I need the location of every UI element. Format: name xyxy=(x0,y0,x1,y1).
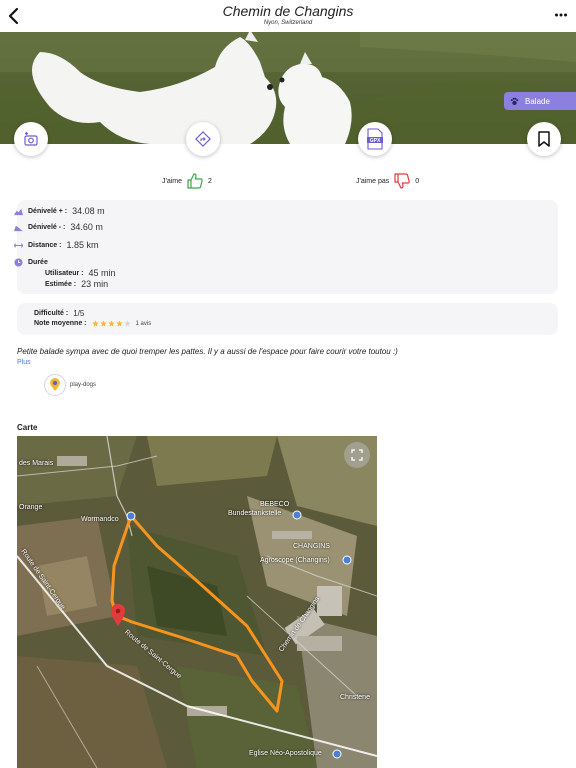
map-label-christene: Christene xyxy=(340,694,370,701)
dislike-button[interactable]: J'aime pas 0 xyxy=(356,172,419,190)
map-label-bundestankstelle: Bundestankstelle xyxy=(228,510,282,517)
star-filled-icon xyxy=(91,320,99,327)
distance-arrows-icon xyxy=(14,242,23,248)
distance-value: 1.85 km xyxy=(66,240,99,250)
dogs-photo xyxy=(0,32,576,144)
map-label-wormandco: Wormandco xyxy=(81,516,119,523)
star-filled-icon xyxy=(115,320,123,327)
tag-play-dogs[interactable]: play-dogs xyxy=(44,374,96,396)
directions-icon xyxy=(195,131,211,147)
svg-text:GPX: GPX xyxy=(370,138,381,144)
elevation-gain-label: Dénivelé + : xyxy=(28,207,68,215)
map-label-eglise: Eglise Néo-Apostolique xyxy=(249,750,322,757)
average-rating-row: Note moyenne : 1 avis xyxy=(34,320,151,327)
dog-pin-icon xyxy=(50,378,60,391)
like-label: J'aime xyxy=(162,177,183,185)
elevation-gain-row: Dénivelé + : 34.08 m xyxy=(14,206,105,216)
elevation-loss-value: 34.60 m xyxy=(70,222,103,232)
more-link[interactable]: Plus xyxy=(17,359,31,366)
more-options-button[interactable] xyxy=(554,8,568,22)
user-duration-row: Utilisateur : 45 min xyxy=(45,268,116,278)
rating-card xyxy=(17,303,558,335)
star-filled-icon xyxy=(107,320,115,327)
like-count: 2 xyxy=(208,177,212,185)
map-section-title: Carte xyxy=(17,423,38,432)
satellite-map xyxy=(17,436,377,768)
dislike-label: J'aime pas xyxy=(356,177,390,185)
tag-label: play-dogs xyxy=(70,382,97,388)
elevation-gain-icon xyxy=(14,208,23,215)
paw-icon xyxy=(510,97,519,105)
dislike-count: 0 xyxy=(415,177,420,185)
elevation-loss-label: Dénivelé - : xyxy=(28,223,66,231)
star-filled-icon xyxy=(99,320,107,327)
star-rating xyxy=(91,320,131,327)
review-count: 1 avis xyxy=(135,320,152,327)
user-duration-value: 45 min xyxy=(88,268,116,278)
clock-icon xyxy=(14,258,23,267)
thumbs-down-icon xyxy=(394,173,410,189)
header-bar: Chemin de Changins Nyon, Switzerland xyxy=(0,0,576,32)
map-label-marais: des Marais xyxy=(19,460,54,467)
page-title: Chemin de Changins xyxy=(222,3,354,19)
difficulty-label: Difficulté : xyxy=(34,310,69,317)
distance-label: Distance : xyxy=(28,241,62,249)
distance-row: Distance : 1.85 km xyxy=(14,240,98,250)
map-label-bebeco: BEBECO xyxy=(260,501,290,508)
star-empty-icon xyxy=(123,320,131,327)
elevation-loss-row: Dénivelé - : 34.60 m xyxy=(14,222,103,232)
map-view[interactable]: des Marais Orange Wormandco BEBECO Bunde… xyxy=(17,436,377,768)
duration-label: Durée xyxy=(28,259,48,266)
bookmark-button[interactable] xyxy=(527,122,561,156)
elevation-loss-icon xyxy=(14,225,23,231)
estimated-duration-label: Estimée : xyxy=(45,280,77,288)
map-label-agroscope: Agroscope (Changins) xyxy=(260,557,330,564)
user-duration-label: Utilisateur : xyxy=(45,269,84,277)
average-rating-label: Note moyenne : xyxy=(34,320,87,327)
duration-row: Durée xyxy=(14,258,48,267)
bookmark-icon xyxy=(538,131,550,147)
gpx-file-icon: GPX xyxy=(367,128,383,150)
difficulty-row: Difficulté : 1/5 xyxy=(34,309,84,318)
expand-icon xyxy=(351,449,363,461)
difficulty-value: 1/5 xyxy=(73,309,85,318)
description-text: Petite balade sympa avec de quoi tremper… xyxy=(17,347,398,356)
location-subtitle: Nyon, Switzerland xyxy=(263,20,313,26)
expand-map-button[interactable] xyxy=(344,442,370,468)
tag-icon-circle xyxy=(44,374,66,396)
directions-button[interactable] xyxy=(186,122,220,156)
elevation-gain-value: 34.08 m xyxy=(72,206,105,216)
map-label-orange: Orange xyxy=(19,504,43,511)
like-button[interactable]: J'aime 2 xyxy=(162,172,212,190)
estimated-duration-row: Estimée : 23 min xyxy=(45,279,108,289)
gpx-download-button[interactable]: GPX xyxy=(358,122,392,156)
category-badge: Balade xyxy=(504,92,576,110)
camera-plus-icon xyxy=(24,132,38,146)
hero-photo: Balade xyxy=(0,32,576,144)
map-label-changins: CHANGINS xyxy=(293,543,330,550)
add-photo-button[interactable] xyxy=(14,122,48,156)
more-horizontal-icon xyxy=(555,13,567,17)
category-badge-label: Balade xyxy=(525,96,550,106)
thumbs-up-icon xyxy=(187,173,203,189)
estimated-duration-value: 23 min xyxy=(81,279,109,289)
